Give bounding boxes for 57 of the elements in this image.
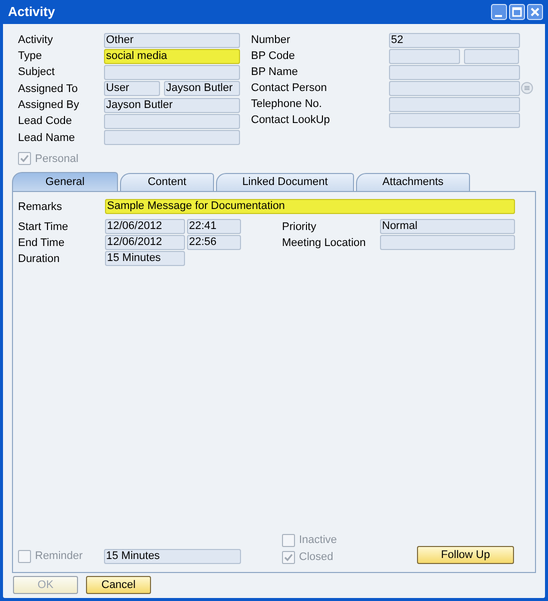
- input-field[interactable]: Sample Message for Documentation: [105, 199, 515, 214]
- input-field[interactable]: [464, 48, 519, 64]
- field-label: End Time: [18, 236, 66, 251]
- window-title: Activity: [8, 3, 55, 22]
- field-label: Lead Name: [18, 130, 76, 146]
- input-field[interactable]: social media: [104, 48, 240, 64]
- input-field[interactable]: Other: [104, 32, 240, 48]
- field-label: BP Name: [251, 64, 299, 80]
- field-label: Remarks: [18, 200, 64, 215]
- input-field[interactable]: [389, 112, 520, 128]
- input-field[interactable]: [104, 130, 240, 146]
- checkbox-label: Personal: [35, 152, 78, 167]
- field-label: Start Time: [18, 220, 70, 235]
- input-field[interactable]: 22:56: [187, 235, 241, 250]
- tab[interactable]: Content: [120, 172, 214, 191]
- button[interactable]: Cancel: [86, 576, 151, 594]
- field-label: Number: [251, 32, 292, 48]
- field-label: Assigned To: [18, 82, 79, 97]
- input-field[interactable]: 12/06/2012: [105, 235, 185, 250]
- field-label: Type: [18, 49, 43, 64]
- input-field[interactable]: [389, 80, 520, 96]
- field-label: Assigned By: [18, 98, 80, 113]
- tab[interactable]: Linked Document: [216, 172, 354, 191]
- field-label: Lead Code: [18, 114, 73, 130]
- input-field[interactable]: [389, 64, 520, 80]
- checkbox-label: Inactive: [299, 533, 337, 548]
- checkbox-label: Closed: [299, 550, 334, 566]
- input-field[interactable]: 15 Minutes: [105, 251, 185, 266]
- button[interactable]: Follow Up: [417, 546, 514, 564]
- checkbox-label: Reminder: [35, 549, 83, 564]
- input-field[interactable]: [104, 65, 240, 80]
- field-label: Subject: [18, 65, 56, 80]
- list-icon[interactable]: [521, 82, 533, 94]
- input-field[interactable]: Jayson Butler: [104, 98, 240, 113]
- input-field[interactable]: Normal: [380, 219, 515, 234]
- field-label: Contact LookUp: [251, 112, 331, 128]
- input-field[interactable]: [380, 235, 515, 250]
- input-field[interactable]: [389, 48, 460, 64]
- field-label: BP Code: [251, 48, 296, 64]
- field-label: Meeting Location: [282, 236, 367, 251]
- input-field[interactable]: [104, 114, 240, 129]
- field-label: Telephone No.: [251, 96, 323, 112]
- field-label: Priority: [282, 220, 318, 235]
- input-field[interactable]: 52: [389, 32, 520, 48]
- input-field[interactable]: Jayson Butler: [164, 81, 240, 96]
- field-label: Duration: [18, 252, 61, 267]
- field-label: Contact Person: [251, 80, 328, 96]
- tab[interactable]: Attachments: [356, 172, 470, 191]
- minimize-icon[interactable]: [491, 4, 507, 20]
- field-label: Activity: [18, 32, 54, 48]
- input-field[interactable]: 12/06/2012: [105, 219, 185, 234]
- input-field[interactable]: 22:41: [187, 219, 241, 234]
- input-field[interactable]: [389, 96, 520, 112]
- input-field[interactable]: User: [104, 81, 160, 96]
- tab[interactable]: General: [12, 172, 118, 191]
- maximize-icon[interactable]: [509, 4, 525, 20]
- close-icon[interactable]: [527, 4, 543, 20]
